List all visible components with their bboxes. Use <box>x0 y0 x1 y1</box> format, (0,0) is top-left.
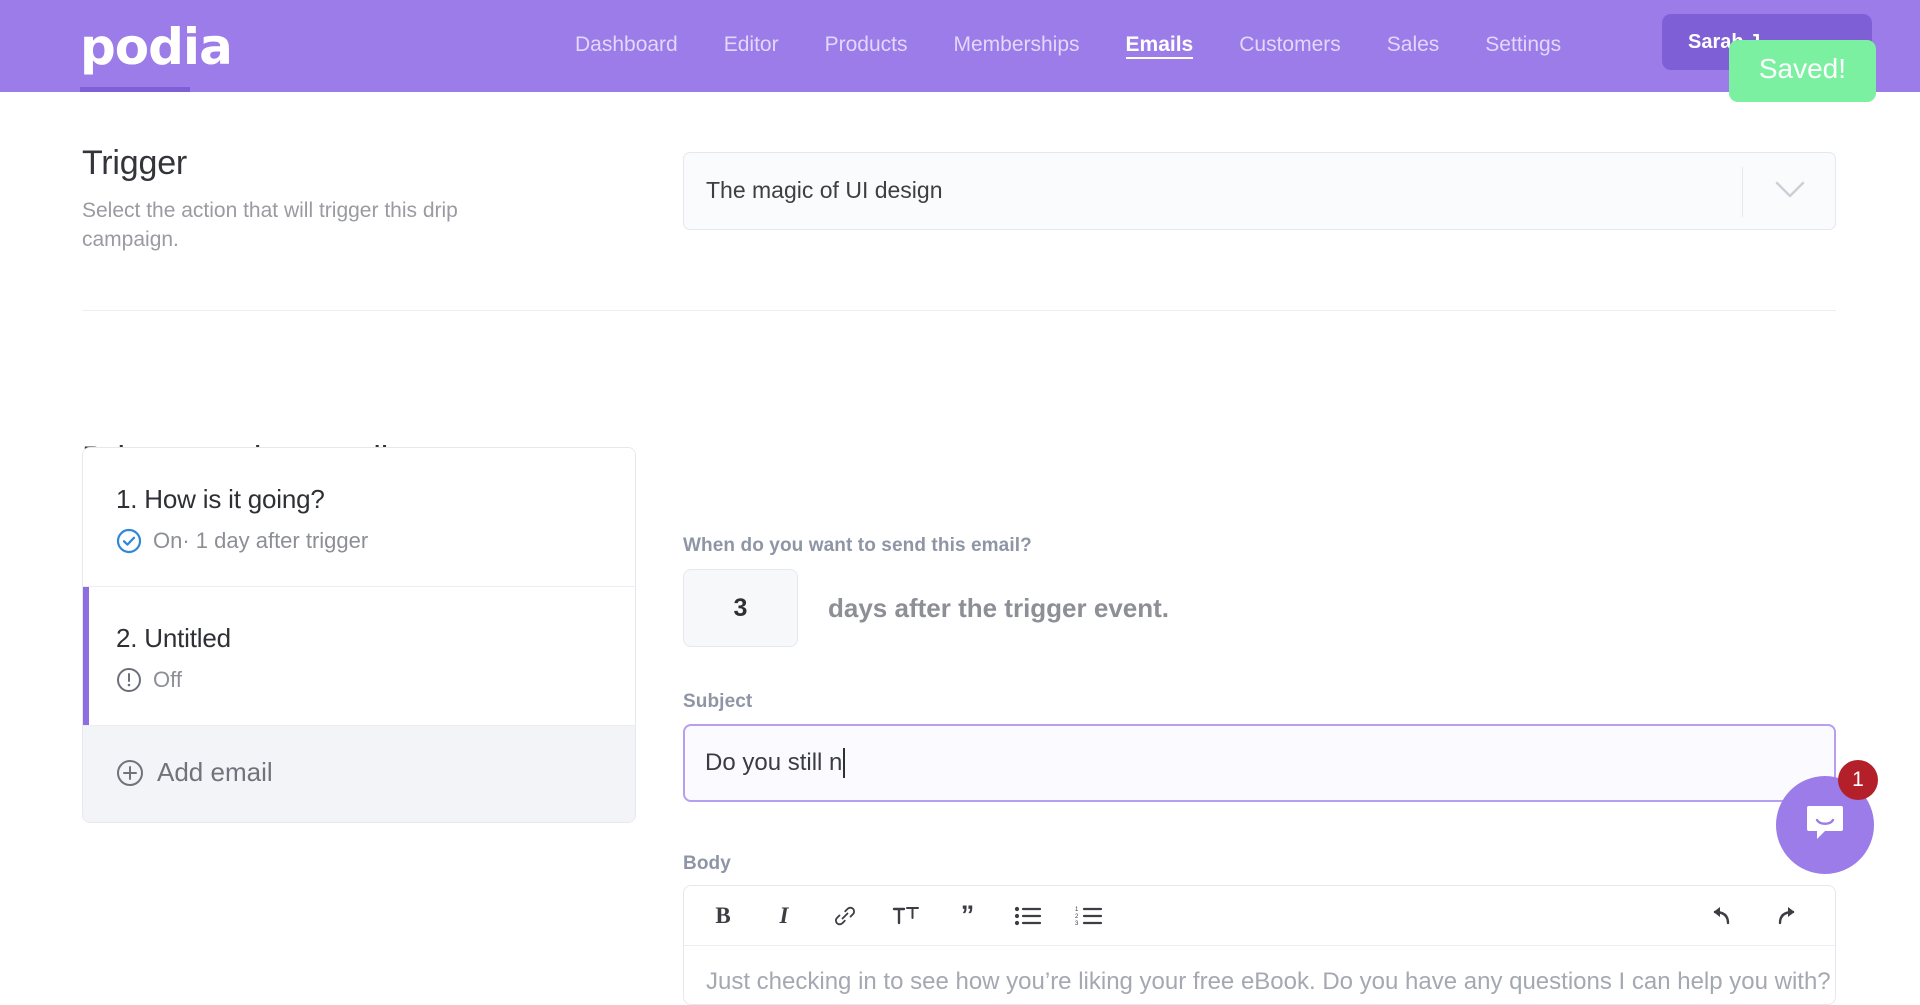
email-name: 2. Untitled <box>116 623 635 654</box>
chat-bubble-icon <box>1803 802 1847 849</box>
nav-item-editor[interactable]: Editor <box>724 34 779 58</box>
subject-value: Do you still n <box>705 749 842 777</box>
trigger-description-column: Trigger Select the action that will trig… <box>82 144 512 255</box>
send-timing-row: 3 days after the trigger event. <box>683 569 1169 647</box>
days-suffix-label: days after the trigger event. <box>828 593 1169 624</box>
nav-item-settings[interactable]: Settings <box>1485 34 1561 58</box>
main-nav: Dashboard Editor Products Memberships Em… <box>575 0 1561 92</box>
section-divider <box>82 310 1836 311</box>
trigger-select-value: The magic of UI design <box>706 177 943 204</box>
text-cursor <box>843 748 845 778</box>
redo-icon[interactable] <box>1775 901 1805 931</box>
body-label: Body <box>683 853 731 875</box>
numbered-list-icon[interactable]: 1 2 3 <box>1074 901 1104 931</box>
check-circle-icon <box>116 528 142 554</box>
chat-unread-badge: 1 <box>1838 760 1878 800</box>
text-size-button[interactable] <box>891 901 921 931</box>
trigger-description: Select the action that will trigger this… <box>82 197 512 255</box>
nav-item-dashboard[interactable]: Dashboard <box>575 34 678 58</box>
exclamation-circle-icon <box>116 667 142 693</box>
subject-label: Subject <box>683 691 752 713</box>
plus-circle-icon <box>116 759 144 787</box>
nav-item-emails[interactable]: Emails <box>1126 34 1194 59</box>
body-rich-text-editor[interactable]: B I ” <box>683 885 1836 1005</box>
body-placeholder-text: Just checking in to see how you’re likin… <box>684 946 1835 996</box>
nav-item-sales[interactable]: Sales <box>1387 34 1440 58</box>
blockquote-button[interactable]: ” <box>952 901 982 931</box>
send-timing-label: When do you want to send this email? <box>683 535 1032 557</box>
nav-item-customers[interactable]: Customers <box>1239 34 1341 58</box>
select-divider <box>1742 167 1743 217</box>
link-icon[interactable] <box>830 901 860 931</box>
add-email-button[interactable]: Add email <box>83 726 635 822</box>
add-email-label: Add email <box>157 757 273 788</box>
italic-button[interactable]: I <box>769 901 799 931</box>
email-name: 1. How is it going? <box>116 484 635 515</box>
email-status: Off <box>116 667 635 693</box>
chevron-down-icon <box>1775 181 1805 199</box>
days-input[interactable]: 3 <box>683 569 798 647</box>
trigger-title: Trigger <box>82 144 512 183</box>
subject-input[interactable]: Do you still n <box>683 724 1836 802</box>
svg-text:3: 3 <box>1075 921 1079 927</box>
top-navigation-bar: podia Dashboard Editor Products Membersh… <box>0 0 1920 92</box>
podia-logo[interactable]: podia <box>80 22 232 72</box>
bullet-list-icon[interactable] <box>1013 901 1043 931</box>
undo-icon[interactable] <box>1703 901 1733 931</box>
svg-text:2: 2 <box>1075 914 1079 920</box>
email-status-text: On· 1 day after trigger <box>153 528 368 554</box>
list-item[interactable]: 1. How is it going? On· 1 day after trig… <box>83 448 635 587</box>
email-status: On· 1 day after trigger <box>116 528 635 554</box>
svg-text:1: 1 <box>1075 907 1079 913</box>
body-toolbar: B I ” <box>684 886 1835 946</box>
email-status-text: Off <box>153 667 182 693</box>
list-item[interactable]: 2. Untitled Off <box>83 587 635 726</box>
nav-item-memberships[interactable]: Memberships <box>953 34 1079 58</box>
header-accent-bar <box>80 87 190 92</box>
saved-toast: Saved! <box>1729 40 1876 102</box>
page-content: Trigger Select the action that will trig… <box>0 92 1920 898</box>
nav-item-products[interactable]: Products <box>825 34 908 58</box>
toolbar-history-actions <box>1703 886 1805 946</box>
bold-button[interactable]: B <box>708 901 738 931</box>
drip-email-list: 1. How is it going? On· 1 day after trig… <box>82 447 636 823</box>
trigger-select[interactable]: The magic of UI design <box>683 152 1836 230</box>
